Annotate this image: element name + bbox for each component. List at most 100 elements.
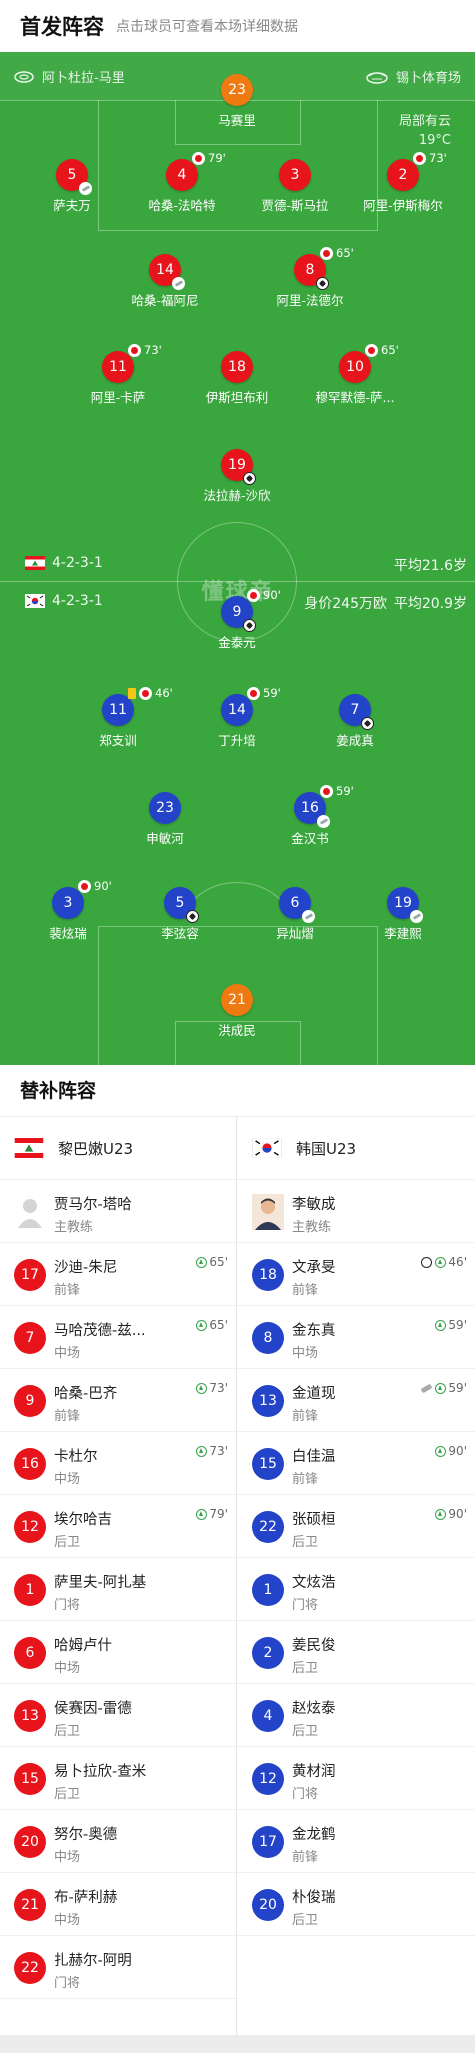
home-player-19[interactable]: 19 法拉赫-沙欣	[177, 449, 297, 504]
home-sub-row[interactable]: 15 易卜拉欣-查米 后卫	[0, 1747, 236, 1810]
away-sub-row[interactable]: 15 白佳温 前锋 90'	[238, 1432, 475, 1495]
player-number-disc: 3	[279, 159, 311, 191]
sub-in-event: 65'	[196, 1318, 228, 1332]
home-sub-row[interactable]: 21 布-萨利赫 中场	[0, 1873, 236, 1936]
home-sub-row[interactable]: 7 马哈茂德-兹... 中场 65'	[0, 1306, 236, 1369]
sub-player-position: 中场	[54, 1661, 81, 1676]
sub-player-position: 后卫	[292, 1724, 319, 1739]
sub-player-name: 侯赛因-雷德	[54, 1701, 132, 1717]
away-coach[interactable]: 李敏成 主教练	[238, 1180, 475, 1243]
player-number: 14	[156, 262, 174, 278]
home-player-11[interactable]: 11 73' 阿里-卡萨	[58, 343, 178, 406]
player-number-disc: 10 65'	[339, 343, 399, 383]
home-formation: 4-2-3-1	[52, 555, 103, 571]
away-sub-row[interactable]: 8 金东真 中场 59'	[238, 1306, 475, 1369]
away-value: 身价245万欧	[304, 596, 387, 612]
away-player-23[interactable]: 23 申敏河	[105, 792, 225, 847]
away-sub-row[interactable]: 17 金龙鹤 前锋	[238, 1810, 475, 1873]
goal-ball-icon	[243, 619, 256, 632]
away-sub-row[interactable]: 13 金道现 前锋 59'	[238, 1369, 475, 1432]
coach-avatar-icon	[252, 1194, 284, 1230]
sub-in-minute: 90'	[448, 1507, 467, 1521]
home-sub-row[interactable]: 17 沙迪-朱尼 前锋 65'	[0, 1243, 236, 1306]
away-player-19[interactable]: 19 李建熙	[343, 887, 463, 942]
away-sub-row[interactable]: 20 朴俊瑞 后卫	[238, 1873, 475, 1936]
sub-player-position: 后卫	[292, 1913, 319, 1928]
player-number: 11	[109, 702, 127, 718]
away-sub-row[interactable]: 12 黄材润 门将	[238, 1747, 475, 1810]
player-number: 19	[394, 895, 412, 911]
home-player-23[interactable]: 23 马赛里	[177, 74, 297, 129]
away-player-21[interactable]: 21 洪成民	[177, 984, 297, 1039]
home-sub-row[interactable]: 1 萨里夫-阿扎基 门将	[0, 1558, 236, 1621]
sub-number-disc: 20	[252, 1889, 284, 1921]
sub-number-disc: 18	[252, 1259, 284, 1291]
sub-player-position: 前锋	[292, 1409, 319, 1424]
player-number-disc: 2 73'	[387, 151, 447, 191]
home-player-8[interactable]: 8 65' 阿里-法德尔	[250, 246, 370, 309]
lineup-title: 首发阵容	[20, 15, 104, 39]
home-player-14[interactable]: 14 哈桑-福阿尼	[105, 254, 225, 309]
sub-number-disc: 21	[14, 1889, 46, 1921]
stadium-icon	[14, 70, 34, 83]
home-sub-row[interactable]: 20 努尔-奥德 中场	[0, 1810, 236, 1873]
sub-in-icon	[435, 1382, 447, 1394]
away-player-14[interactable]: 14 59' 丁升培	[177, 686, 297, 749]
sub-player-name: 扎赫尔-阿明	[54, 1953, 132, 1969]
away-sub-row[interactable]: 4 赵炫泰 后卫	[238, 1684, 475, 1747]
sub-in-icon	[435, 1256, 447, 1268]
home-subs-list: 17 沙迪-朱尼 前锋 65' 7 马哈茂德-兹... 中场 65' 9 哈桑-巴齐 前锋 73' 16…	[0, 1243, 236, 1999]
away-player-16[interactable]: 16 59' 金汉书	[250, 784, 370, 847]
home-sub-row[interactable]: 22 扎赫尔-阿明 门将	[0, 1936, 236, 1999]
away-player-7[interactable]: 7 姜成真	[295, 694, 415, 749]
player-number-disc: 9 90'	[221, 588, 281, 632]
sub-out-tag: 65'	[365, 343, 399, 357]
away-player-9[interactable]: 9 90' 金泰元	[177, 588, 297, 651]
away-player-11[interactable]: 11 46' 郑支训	[58, 686, 178, 749]
sub-number-disc: 17	[14, 1259, 46, 1291]
home-sub-row[interactable]: 13 侯赛因-雷德 后卫	[0, 1684, 236, 1747]
away-sub-row[interactable]: 2 姜民俊 后卫	[238, 1621, 475, 1684]
home-player-10[interactable]: 10 65' 穆罕默德-萨...	[295, 343, 415, 406]
home-player-2[interactable]: 2 73' 阿里-伊斯梅尔	[343, 151, 463, 214]
away-player-6[interactable]: 6 异灿熠	[235, 887, 355, 942]
away-subs-list: 18 文承旻 前锋 46' 8 金东真 中场 59' 13 金道现 前锋 59' 15 白佳温 前锋 90' 2…	[238, 1243, 475, 1936]
sub-in-event: 90'	[435, 1507, 467, 1521]
temperature: 19°C	[418, 133, 451, 148]
goal-ball-icon	[421, 1256, 433, 1268]
sub-out-icon	[78, 879, 91, 893]
player-number: 6	[290, 895, 300, 911]
sub-player-name: 金龙鹤	[292, 1827, 336, 1843]
player-number-disc: 19	[221, 449, 256, 485]
home-player-18[interactable]: 18 伊斯坦布利	[177, 351, 297, 406]
player-number: 3	[63, 895, 73, 911]
home-player-3[interactable]: 3 贾德-斯马拉	[235, 159, 355, 214]
home-player-4[interactable]: 4 79' 哈桑-法哈特	[122, 151, 242, 214]
home-sub-row[interactable]: 12 埃尔哈吉 后卫 79'	[0, 1495, 236, 1558]
away-player-3[interactable]: 3 90' 裴炫瑞	[8, 879, 128, 942]
home-sub-row[interactable]: 16 卡杜尔 中场 73'	[0, 1432, 236, 1495]
home-sub-row[interactable]: 9 哈桑-巴齐 前锋 73'	[0, 1369, 236, 1432]
home-player-5[interactable]: 5 萨夫万	[12, 159, 132, 214]
lebanon-flag-icon	[25, 556, 45, 570]
sub-number-disc: 13	[14, 1700, 46, 1732]
venue: 锡卜体育场	[366, 67, 461, 86]
home-coach[interactable]: 贾马尔-塔哈 主教练	[0, 1180, 236, 1243]
home-subs-column: 黎巴嫩U23 贾马尔-塔哈 主教练 17 沙迪-朱尼 前锋 65' 7 马哈茂德-兹...…	[0, 1117, 237, 2035]
player-number-disc: 23	[149, 792, 181, 824]
away-sub-row[interactable]: 22 张硕桓 后卫 90'	[238, 1495, 475, 1558]
sub-in-event: 59'	[420, 1381, 467, 1395]
sub-player-position: 中场	[54, 1472, 81, 1487]
pitch: 阿卜杜拉-马里 锡卜体育场 局部有云 19°C 懂球帝 4-2-3-1 平均21…	[0, 52, 475, 1065]
player-number-disc: 5	[56, 159, 92, 195]
sub-number-disc: 4	[252, 1700, 284, 1732]
home-coach-role: 主教练	[54, 1220, 94, 1235]
player-number: 3	[290, 167, 300, 183]
away-sub-row[interactable]: 1 文炫浩 门将	[238, 1558, 475, 1621]
away-player-5[interactable]: 5 李弦容	[120, 887, 240, 942]
sub-player-position: 中场	[54, 1346, 81, 1361]
goal-ball-icon	[361, 717, 374, 730]
home-sub-row[interactable]: 6 哈姆卢什 中场	[0, 1621, 236, 1684]
sub-minute: 79'	[208, 151, 226, 165]
away-sub-row[interactable]: 18 文承旻 前锋 46'	[238, 1243, 475, 1306]
